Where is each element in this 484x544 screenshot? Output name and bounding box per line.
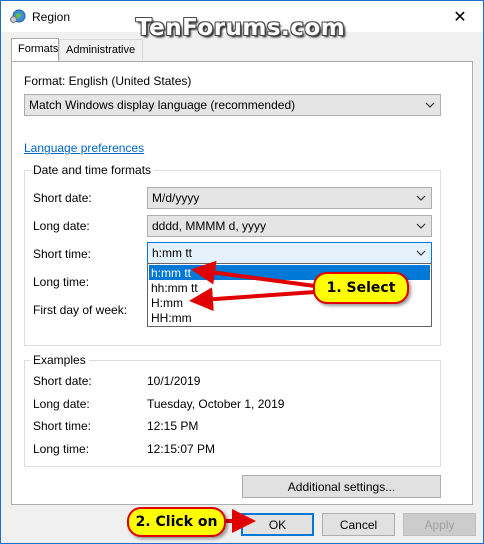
example-long-date-label: Long date: (33, 397, 90, 411)
apply-button: Apply (403, 513, 476, 536)
long-date-value: dddd, MMMM d, yyyy (152, 219, 267, 233)
short-date-value: M/d/yyyy (152, 191, 200, 205)
globe-icon (10, 9, 26, 23)
ok-button[interactable]: OK (241, 513, 314, 536)
language-preferences-link[interactable]: Language preferences (24, 141, 144, 155)
format-label: Format: English (United States) (24, 74, 192, 88)
close-icon: ✕ (453, 8, 467, 26)
examples-group-title: Examples (30, 353, 89, 367)
example-long-date-value: Tuesday, October 1, 2019 (147, 397, 285, 411)
short-time-label: Short time: (33, 247, 92, 261)
example-short-time-label: Short time: (33, 419, 92, 433)
chevron-down-icon (416, 223, 426, 229)
region-dialog: Region ✕ TenForums.com Formats Administr… (0, 0, 484, 544)
tab-administrative[interactable]: Administrative (59, 39, 143, 61)
format-select[interactable]: Match Windows display language (recommen… (24, 94, 441, 116)
format-select-value: Match Windows display language (recommen… (29, 98, 296, 112)
chevron-down-icon (425, 102, 435, 108)
dropdown-option[interactable]: HH:mm (149, 310, 430, 325)
first-day-label: First day of week: (33, 303, 128, 317)
long-date-label: Long date: (33, 219, 90, 233)
example-short-time-value: 12:15 PM (147, 419, 199, 433)
click-on-callout: 2. Click on (127, 507, 226, 537)
window-title: Region (32, 10, 71, 24)
long-date-select[interactable]: dddd, MMMM d, yyyy (147, 215, 432, 237)
example-long-time-label: Long time: (33, 442, 90, 456)
chevron-down-icon (416, 195, 426, 201)
short-time-value: h:mm tt (152, 246, 193, 260)
example-short-date-label: Short date: (33, 374, 92, 388)
select-callout: 1. Select (313, 272, 409, 304)
datetime-group-title: Date and time formats (30, 163, 155, 177)
short-date-label: Short date: (33, 191, 92, 205)
close-button[interactable]: ✕ (437, 1, 483, 32)
chevron-down-icon (416, 250, 426, 256)
tab-formats[interactable]: Formats (11, 38, 59, 61)
example-short-date-value: 10/1/2019 (147, 374, 201, 388)
additional-settings-button[interactable]: Additional settings... (242, 475, 441, 498)
example-long-time-value: 12:15:07 PM (147, 442, 216, 456)
long-time-label: Long time: (33, 275, 90, 289)
watermark-logo: TenForums.com (136, 15, 346, 41)
short-time-select[interactable]: h:mm tt (147, 242, 432, 264)
cancel-button[interactable]: Cancel (322, 513, 395, 536)
short-date-select[interactable]: M/d/yyyy (147, 187, 432, 209)
